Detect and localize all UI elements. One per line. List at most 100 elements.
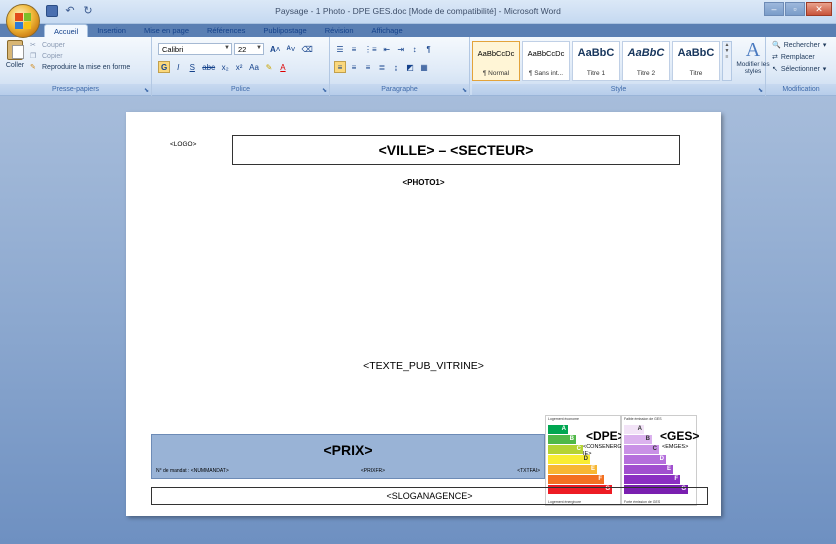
clipboard-group-label: Presse-papiers	[0, 84, 151, 95]
ribbon-tabs: Accueil Insertion Mise en page Référence…	[44, 24, 412, 38]
align-center-icon[interactable]: ≡	[348, 61, 360, 73]
find-button[interactable]: 🔍 Rechercher ▾	[772, 41, 826, 50]
numbering-icon[interactable]: ≡	[348, 43, 360, 55]
pilcrow-icon[interactable]: ¶	[423, 43, 435, 55]
title-bar: ↶ ↻ Paysage - 1 Photo - DPE GES.doc [Mod…	[0, 0, 836, 24]
minimize-icon[interactable]: –	[764, 2, 784, 16]
tab-mise-en-page[interactable]: Mise en page	[135, 24, 198, 38]
brush-icon: ✎	[30, 64, 36, 71]
bold-icon[interactable]: G	[158, 61, 171, 73]
style-sample: AaBbCcDc	[477, 49, 515, 58]
font-name-combo[interactable]: Calibri ▼	[158, 43, 232, 55]
font-name-value: Calibri	[162, 45, 184, 54]
copy-label: Copier	[42, 52, 63, 60]
italic-icon[interactable]: I	[172, 61, 184, 73]
replace-icon: ⇄	[772, 54, 778, 61]
style-normal[interactable]: AaBbCcDc ¶ Normal	[472, 41, 520, 81]
font-format-buttons: G I S abc x₂ x² Aa ✎ A	[158, 61, 289, 73]
document-page[interactable]: <LOGO> <VILLE> – <SECTEUR> <PHOTO1> <TEX…	[126, 112, 721, 516]
style-heading-2[interactable]: AaBbC Titre 2	[622, 41, 670, 81]
tab-affichage[interactable]: Affichage	[363, 24, 412, 38]
format-painter-button[interactable]: ✎ Reproduire la mise en forme	[30, 63, 131, 72]
styles-group: AaBbCcDc ¶ Normal AaBbCcDc ¶ Sans int...…	[472, 37, 770, 96]
gallery-scroll[interactable]: ▲ ▼ ≡	[722, 41, 732, 81]
align-left-icon[interactable]: ≡	[334, 61, 346, 73]
format-painter-label: Reproduire la mise en forme	[42, 63, 131, 71]
ges-bar-c: C	[624, 445, 659, 454]
styles-group-label: Style	[472, 84, 765, 95]
texte-pub-placeholder: <TEXTE_PUB_VITRINE>	[363, 360, 484, 372]
font-size-buttons: A ˄ A ˅ ⌫	[268, 43, 315, 55]
change-case-icon[interactable]: Aa	[247, 61, 261, 73]
shrink-font-icon[interactable]: A ˅	[284, 43, 297, 55]
modify-styles-button[interactable]: A Modifier les styles	[736, 39, 770, 75]
style-sample: AaBbC	[627, 47, 665, 59]
tab-accueil[interactable]: Accueil	[44, 24, 89, 38]
bullets-icon[interactable]: ☰	[334, 43, 346, 55]
document-workspace[interactable]: <LOGO> <VILLE> – <SECTEUR> <PHOTO1> <TEX…	[0, 96, 836, 544]
chevron-down-icon: ▼	[256, 45, 262, 51]
dpe-bar-c: C	[548, 445, 583, 454]
line-spacing-icon[interactable]: ↨	[390, 61, 402, 73]
shading-icon[interactable]: ◩	[404, 61, 416, 73]
tab-revision[interactable]: Révision	[316, 24, 363, 38]
ges-sub-text: <EMGES>	[662, 444, 689, 450]
replace-button[interactable]: ⇄ Remplacer	[772, 53, 826, 62]
replace-label: Remplacer	[780, 53, 815, 61]
sort-icon[interactable]: ↕	[409, 43, 421, 55]
underline-icon[interactable]: S	[186, 61, 198, 73]
superscript-icon[interactable]: x²	[233, 61, 245, 73]
select-button[interactable]: ↖ Sélectionner ▾	[772, 65, 826, 74]
editing-group: 🔍 Rechercher ▾ ⇄ Remplacer ↖ Sélectionne…	[766, 37, 836, 96]
paragraph-row-1: ☰ ≡ ⋮≡ ⇤ ⇥ ↕ ¶	[334, 43, 435, 55]
maximize-icon[interactable]: ▫	[785, 2, 805, 16]
close-icon[interactable]: ✕	[806, 2, 832, 16]
dpe-bar-a: A	[548, 425, 568, 434]
font-size-combo[interactable]: 22 ▼	[234, 43, 264, 55]
ges-bar-b: B	[624, 435, 652, 444]
copy-button[interactable]: ❐ Copier	[30, 52, 130, 61]
decrease-indent-icon[interactable]: ⇤	[381, 43, 393, 55]
dpe-bar-f: F	[548, 475, 604, 484]
subscript-icon[interactable]: x₂	[219, 61, 231, 73]
align-right-icon[interactable]: ≡	[362, 61, 374, 73]
style-title[interactable]: AaBbC Titre	[672, 41, 720, 81]
cut-button[interactable]: ✂ Couper	[30, 41, 130, 50]
font-group: Calibri ▼ 22 ▼ A ˄ A ˅ ⌫ G I S abc x₂ x² A…	[152, 37, 330, 96]
borders-icon[interactable]: ▦	[418, 61, 430, 73]
style-name: Titre 2	[636, 70, 656, 77]
highlight-icon[interactable]: ✎	[263, 61, 275, 73]
grow-font-icon[interactable]: A ˄	[268, 43, 282, 55]
prix-details: N° de mandat : <NUMMANDAT> <PRIXFR> <TXT…	[156, 468, 540, 474]
window-title: Paysage - 1 Photo - DPE GES.doc [Mode de…	[275, 6, 561, 16]
increase-indent-icon[interactable]: ⇥	[395, 43, 407, 55]
tab-publipostage[interactable]: Publipostage	[254, 24, 315, 38]
font-size-value: 22	[238, 45, 247, 54]
modify-styles-label: Modifier les styles	[736, 61, 770, 75]
paste-button[interactable]: Coller	[4, 40, 26, 69]
font-color-icon[interactable]: A	[277, 61, 289, 73]
ges-top-caption: Faible émission de GES	[624, 417, 662, 421]
style-name: ¶ Sans int...	[528, 70, 564, 77]
tab-insertion[interactable]: Insertion	[88, 24, 135, 38]
tab-references[interactable]: Références	[198, 24, 254, 38]
cursor-icon: ↖	[772, 66, 778, 73]
style-sample: AaBbC	[577, 47, 615, 59]
clear-format-icon[interactable]: ⌫	[299, 43, 314, 55]
copy-icon: ❐	[30, 53, 37, 60]
clipboard-launcher-icon[interactable]: ⬊	[144, 87, 149, 94]
style-gallery: AaBbCcDc ¶ Normal AaBbCcDc ¶ Sans int...…	[472, 41, 720, 81]
style-no-spacing[interactable]: AaBbCcDc ¶ Sans int...	[522, 41, 570, 81]
office-button[interactable]	[6, 4, 40, 38]
binoculars-icon: 🔍	[772, 42, 781, 49]
ges-bar-f: F	[624, 475, 680, 484]
justify-icon[interactable]: ≣	[376, 61, 388, 73]
style-name: Titre 1	[586, 70, 606, 77]
style-heading-1[interactable]: AaBbC Titre 1	[572, 41, 620, 81]
styles-launcher-icon[interactable]: ⬊	[758, 87, 763, 94]
style-name: ¶ Normal	[482, 70, 510, 77]
multilevel-list-icon[interactable]: ⋮≡	[362, 43, 379, 55]
font-launcher-icon[interactable]: ⬊	[322, 87, 327, 94]
strikethrough-icon[interactable]: abc	[200, 61, 217, 73]
paragraph-launcher-icon[interactable]: ⬊	[462, 87, 467, 94]
